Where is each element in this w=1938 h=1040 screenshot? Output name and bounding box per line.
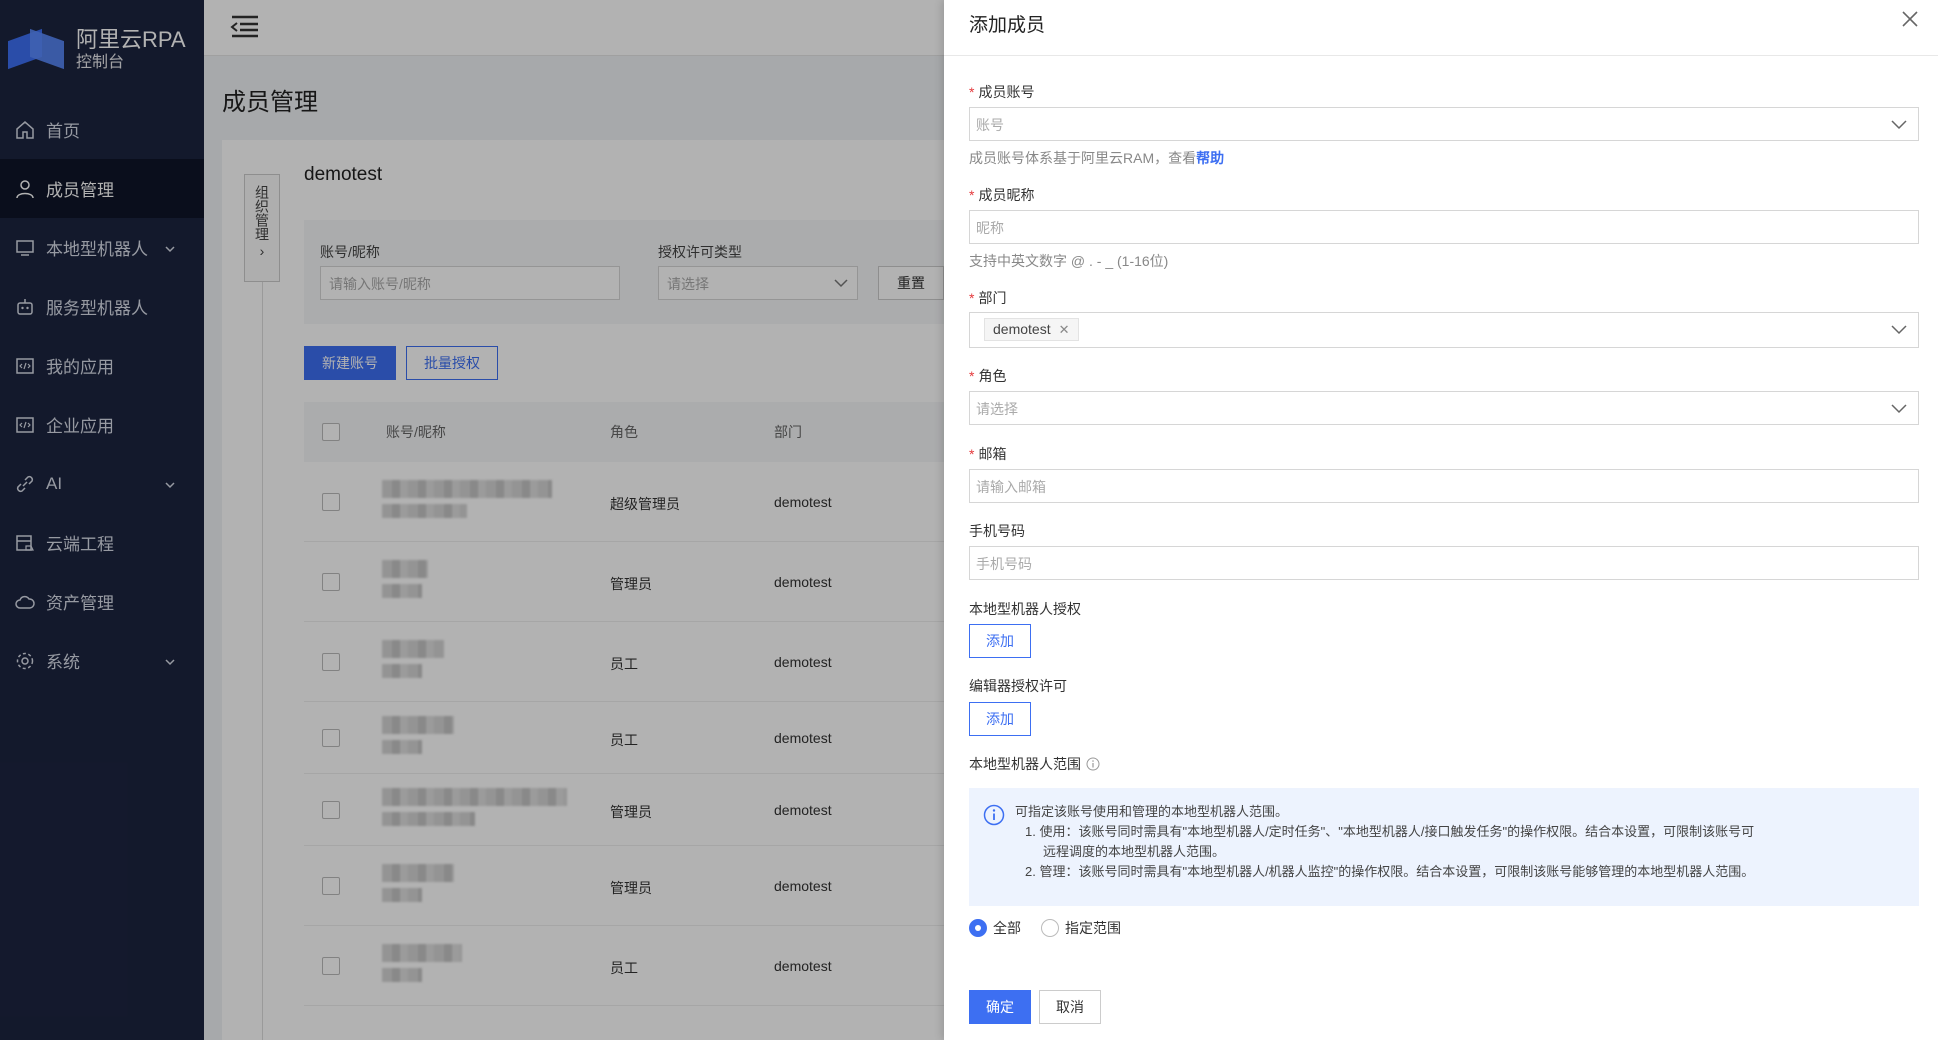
- info-item-2: 2. 管理：该账号同时需具有"本地型机器人/机器人监控"的操作权限。结合本设置，…: [1025, 864, 1755, 879]
- account-select[interactable]: 账号: [969, 107, 1919, 141]
- chevron-down-icon: [1890, 400, 1908, 419]
- account-label-text: 成员账号: [978, 84, 1035, 100]
- email-label: * 邮箱: [969, 446, 1007, 462]
- robot-scope-info: 可指定该账号使用和管理的本地型机器人范围。 1. 使用：该账号同时需具有"本地型…: [969, 788, 1919, 906]
- department-label-text: 部门: [978, 290, 1007, 306]
- chevron-down-icon: [1890, 321, 1908, 340]
- nickname-input[interactable]: 昵称: [969, 210, 1919, 244]
- robot-scope-label-text: 本地型机器人范围: [969, 756, 1081, 772]
- account-placeholder: 账号: [976, 117, 1004, 133]
- department-select[interactable]: demotest ✕: [969, 312, 1919, 348]
- robot-scope-label: 本地型机器人范围: [969, 754, 1100, 774]
- radio-specified[interactable]: 指定范围: [1041, 918, 1121, 938]
- robot-auth-label: 本地型机器人授权: [969, 601, 1081, 617]
- radio-specified-circle[interactable]: [1041, 919, 1059, 937]
- editor-auth-label: 编辑器授权许可: [969, 678, 1067, 694]
- chevron-down-icon: [1890, 116, 1908, 135]
- role-label: * 角色: [969, 368, 1007, 384]
- email-placeholder: 请输入邮箱: [976, 479, 1046, 495]
- close-icon[interactable]: [1900, 8, 1920, 36]
- role-label-text: 角色: [978, 368, 1007, 384]
- email-input[interactable]: 请输入邮箱: [969, 469, 1919, 503]
- role-placeholder: 请选择: [976, 401, 1018, 417]
- add-robot-auth-button[interactable]: 添加: [969, 624, 1031, 658]
- drawer-header: 添加成员: [944, 0, 1938, 56]
- radio-all-label: 全部: [993, 920, 1021, 936]
- info-circle-icon[interactable]: [1086, 757, 1100, 771]
- department-tag: demotest ✕: [984, 318, 1079, 341]
- help-link[interactable]: 帮助: [1196, 150, 1224, 166]
- email-label-text: 邮箱: [978, 446, 1007, 462]
- radio-all-circle[interactable]: [969, 919, 987, 937]
- role-select[interactable]: 请选择: [969, 391, 1919, 425]
- cancel-button[interactable]: 取消: [1039, 990, 1101, 1024]
- confirm-button[interactable]: 确定: [969, 990, 1031, 1024]
- account-hint: 成员账号体系基于阿里云RAM，查看帮助: [969, 148, 1224, 168]
- department-tag-text: demotest: [993, 321, 1051, 337]
- modal-mask[interactable]: [0, 0, 944, 1040]
- account-hint-text: 成员账号体系基于阿里云RAM，查看: [969, 150, 1197, 166]
- info-icon: [983, 804, 1005, 832]
- add-editor-auth-button[interactable]: 添加: [969, 702, 1031, 736]
- phone-input[interactable]: 手机号码: [969, 546, 1919, 580]
- radio-specified-label: 指定范围: [1065, 920, 1121, 936]
- drawer-title: 添加成员: [969, 15, 1046, 36]
- account-label: * 成员账号: [969, 84, 1035, 100]
- tag-close-icon[interactable]: ✕: [1059, 322, 1070, 337]
- nickname-label-text: 成员昵称: [978, 187, 1035, 203]
- info-title: 可指定该账号使用和管理的本地型机器人范围。: [1015, 804, 1289, 819]
- radio-all[interactable]: 全部: [969, 918, 1021, 938]
- robot-scope-radio-group: 全部 指定范围: [969, 918, 1141, 938]
- info-item-1: 1. 使用：该账号同时需具有"本地型机器人/定时任务"、"本地型机器人/接口触发…: [1025, 824, 1755, 839]
- department-label: * 部门: [969, 290, 1007, 306]
- nickname-placeholder: 昵称: [976, 220, 1004, 236]
- add-member-drawer: 添加成员 * 成员账号 账号 成员账号体系基于阿里云RAM，查看帮助 * 成员昵称 …: [944, 0, 1938, 1040]
- phone-placeholder: 手机号码: [976, 556, 1032, 572]
- nickname-label: * 成员昵称: [969, 187, 1035, 203]
- nickname-hint: 支持中英文数字 @ . - _ (1-16位): [969, 253, 1169, 269]
- info-item-1b: 远程调度的本地型机器人范围。: [1043, 844, 1226, 859]
- phone-label: 手机号码: [969, 523, 1025, 539]
